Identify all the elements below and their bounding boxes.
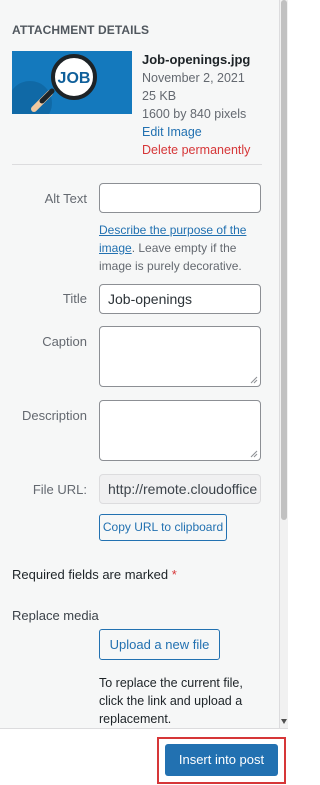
panel-heading: Attachment Details [12, 23, 150, 37]
description-textarea[interactable] [99, 400, 261, 461]
required-fields-note: Required fields are marked * [12, 567, 177, 582]
upload-new-file-button[interactable]: Upload a new file [99, 629, 220, 660]
alt-text-help: Describe the purpose of the image. Leave… [99, 221, 264, 275]
attachment-filename: Job-openings.jpg [142, 52, 251, 67]
attachment-size: 25 KB [142, 89, 177, 103]
divider [12, 164, 262, 165]
attachment-dimensions: 1600 by 840 pixels [142, 107, 247, 121]
required-star: * [171, 567, 177, 582]
delete-permanently-link[interactable]: Delete permanently [142, 141, 278, 159]
thumbnail-job-text: JOB [58, 70, 91, 87]
highlight-box: Insert into post [157, 737, 286, 784]
attachment-details-panel: Attachment Details JOB Job-openings.jpg … [0, 0, 280, 728]
job-magnifier-icon: JOB [12, 51, 132, 114]
resize-grip-icon[interactable] [250, 376, 258, 384]
attachment-date: November 2, 2021 [142, 71, 245, 85]
description-label: Description [21, 408, 87, 423]
replace-help-text: To replace the current file, click the l… [99, 676, 243, 726]
caption-label: Caption [42, 334, 87, 349]
title-input[interactable] [99, 284, 261, 314]
required-note-text: Required fields are marked [12, 567, 169, 582]
copy-url-button[interactable]: Copy URL to clipboard [99, 514, 227, 541]
scroll-down-arrow-icon[interactable] [281, 719, 287, 724]
alt-text-label: Alt Text [44, 191, 87, 206]
alt-text-input[interactable] [99, 183, 261, 213]
edit-image-link[interactable]: Edit Image [142, 123, 278, 141]
file-url-label: File URL: [32, 482, 87, 497]
resize-grip-icon[interactable] [250, 450, 258, 458]
scrollbar-thumb[interactable] [281, 0, 287, 520]
media-toolbar: Insert into post [0, 728, 288, 785]
title-label: Title [62, 291, 87, 306]
file-url-input[interactable]: http://remote.cloudoffice [99, 474, 261, 504]
insert-into-post-button[interactable]: Insert into post [165, 744, 278, 776]
caption-textarea[interactable] [99, 326, 261, 387]
panel-scrollbar[interactable] [280, 0, 288, 728]
replace-media-label: Replace media [12, 608, 99, 623]
attachment-info: Job-openings.jpg November 2, 2021 25 KB … [142, 51, 278, 159]
attachment-thumbnail[interactable]: JOB [12, 51, 132, 114]
